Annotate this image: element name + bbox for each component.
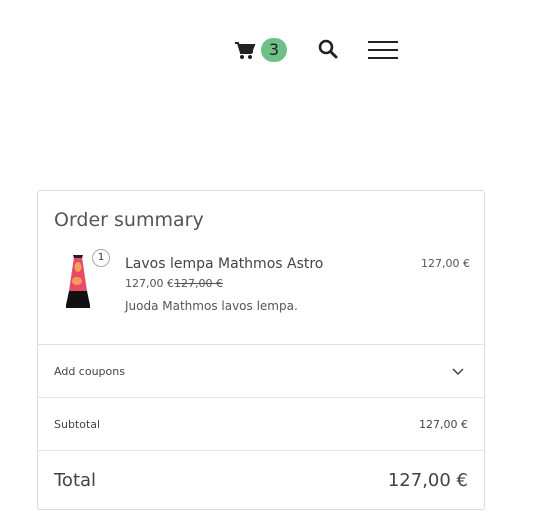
hamburger-menu-button[interactable] bbox=[368, 38, 400, 62]
subtotal-label: Subtotal bbox=[54, 418, 101, 431]
item-original-price: 127,00 € bbox=[173, 277, 223, 290]
search-button[interactable] bbox=[317, 38, 341, 62]
total-label: Total bbox=[54, 470, 97, 491]
hamburger-menu-bar bbox=[368, 49, 398, 51]
add-coupons-label: Add coupons bbox=[54, 365, 125, 378]
cart-count-badge: 3 bbox=[261, 38, 287, 62]
item-description: Juoda Mathmos lavos lempa. bbox=[125, 299, 298, 313]
site-header: 3 bbox=[0, 0, 540, 100]
hamburger-menu-bar bbox=[368, 57, 398, 59]
order-summary-title: Order summary bbox=[54, 209, 204, 231]
item-quantity-badge: 1 bbox=[92, 249, 110, 267]
shopping-cart-icon bbox=[235, 42, 256, 59]
item-price-line: 127,00 €127,00 € bbox=[125, 277, 223, 290]
order-summary-card: Order summary 1 Lavos lempa Mathmos Astr… bbox=[37, 190, 485, 510]
hamburger-menu-icon bbox=[368, 41, 398, 43]
subtotal-row: Subtotal 127,00 € bbox=[38, 398, 484, 450]
add-coupons-toggle[interactable]: Add coupons bbox=[38, 345, 484, 397]
cart-line-item: 1 Lavos lempa Mathmos Astro 127,00 €127,… bbox=[54, 249, 470, 339]
item-name: Lavos lempa Mathmos Astro bbox=[125, 256, 324, 272]
cart-button[interactable]: 3 bbox=[234, 38, 290, 64]
item-price: 127,00 € bbox=[125, 277, 174, 290]
item-line-total: 127,00 € bbox=[421, 257, 470, 270]
search-icon bbox=[318, 39, 338, 59]
total-value: 127,00 € bbox=[387, 470, 468, 491]
subtotal-value: 127,00 € bbox=[419, 418, 468, 431]
total-row: Total 127,00 € bbox=[38, 451, 484, 509]
chevron-down-icon bbox=[452, 368, 464, 376]
